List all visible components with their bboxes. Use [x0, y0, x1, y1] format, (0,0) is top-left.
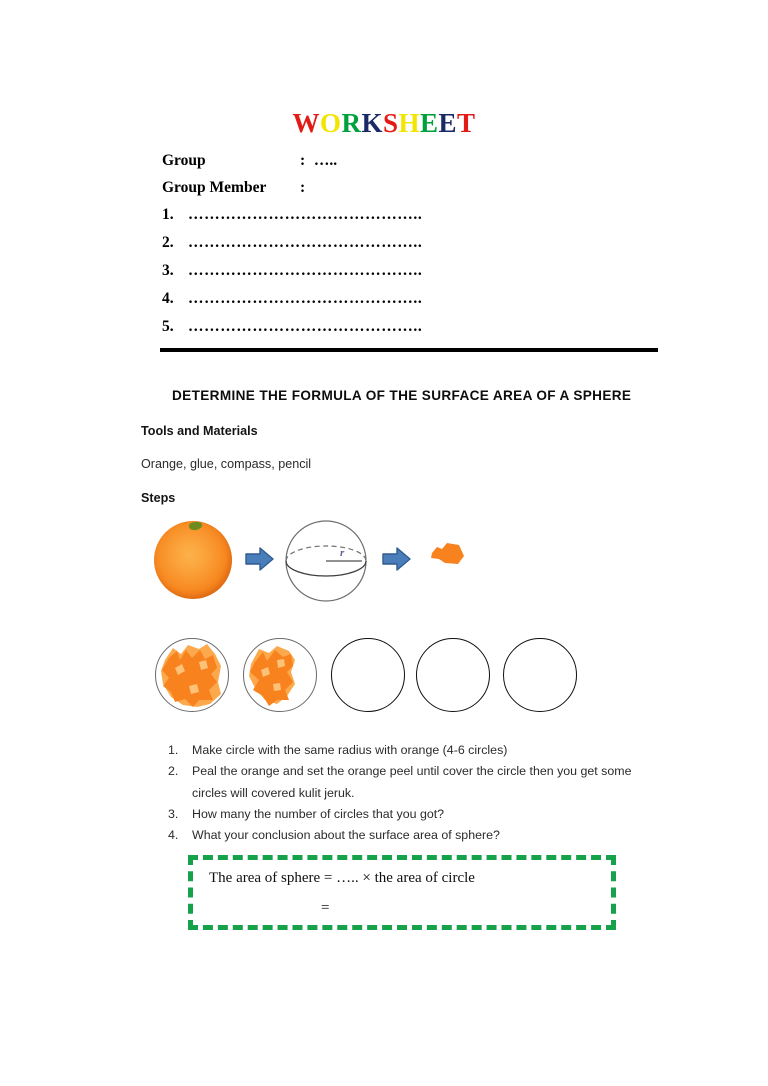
member-line[interactable]: 1. …………………………………….. [162, 206, 682, 234]
process-figure-row: r [150, 516, 490, 608]
title-letter-0: W [292, 108, 320, 138]
member-line[interactable]: 2. …………………………………….. [162, 234, 682, 262]
tools-and-materials-value: Orange, glue, compass, pencil [141, 457, 312, 471]
circle-outline [503, 638, 577, 712]
member-blank[interactable]: …………………………………….. [188, 290, 422, 308]
group-colon: : [300, 152, 306, 169]
list-item: 2. Peal the orange and set the orange pe… [168, 761, 668, 804]
member-number: 1. [162, 206, 174, 223]
list-item: 4. What your conclusion about the surfac… [168, 825, 668, 846]
circle-empty [331, 638, 405, 712]
list-item: 3. How many the number of circles that y… [168, 804, 668, 825]
group-member-label: Group Member [162, 179, 267, 196]
title-letter-5: H [398, 108, 421, 138]
title-letter-4: S [382, 108, 399, 138]
horizontal-divider [160, 348, 658, 352]
title-letter-7: E [438, 108, 458, 138]
orange-stem-icon [188, 521, 203, 531]
member-number: 4. [162, 290, 174, 307]
right-arrow-icon [382, 546, 411, 572]
orange-peel-overlay [243, 638, 317, 712]
member-line[interactable]: 5. …………………………………….. [162, 318, 682, 346]
list-item-number: 4. [168, 828, 179, 843]
orange-peel-overlay [155, 638, 229, 712]
member-blank[interactable]: …………………………………….. [188, 262, 422, 280]
member-line[interactable]: 4. …………………………………….. [162, 290, 682, 318]
circle-empty [503, 638, 577, 712]
member-number: 5. [162, 318, 174, 335]
member-blank[interactable]: …………………………………….. [188, 234, 422, 252]
member-number: 3. [162, 262, 174, 279]
tools-and-materials-label: Tools and Materials [141, 424, 258, 438]
sphere-diagram: r [283, 518, 369, 604]
activity-heading: DETERMINE THE FORMULA OF THE SURFACE ARE… [172, 388, 632, 403]
group-info-block: Group : ….. Group Member : 1. …………………………… [162, 152, 682, 346]
sphere-radius-label: r [340, 547, 345, 559]
page-title: WORKSHEET [0, 108, 768, 139]
group-label: Group [162, 152, 206, 169]
member-blank[interactable]: …………………………………….. [188, 206, 422, 224]
list-item-text: Peal the orange and set the orange peel … [192, 764, 632, 800]
title-letter-6: E [420, 108, 439, 138]
circle-outline [331, 638, 405, 712]
worksheet-page: WORKSHEET Group : ….. Group Member : 1. … [0, 0, 768, 1086]
right-arrow-icon [245, 546, 274, 572]
steps-label: Steps [141, 491, 176, 505]
list-item: 1. Make circle with the same radius with… [168, 740, 668, 761]
list-item-text: Make circle with the same radius with or… [192, 743, 508, 757]
title-letter-1: O [319, 108, 342, 138]
circles-figure-row [155, 638, 580, 718]
circle-outline [416, 638, 490, 712]
orange-fruit-image [154, 521, 232, 599]
list-item-number: 2. [168, 764, 179, 779]
conclusion-answer-box[interactable]: The area of sphere = ….. × the area of c… [188, 855, 616, 930]
conclusion-answer-line[interactable]: = [321, 900, 329, 917]
title-letter-3: K [361, 108, 383, 138]
orange-peel-fragment-image [428, 540, 466, 567]
list-item-number: 1. [168, 743, 179, 757]
circle-empty [416, 638, 490, 712]
group-row: Group : ….. [162, 152, 682, 179]
member-blank[interactable]: …………………………………….. [188, 318, 422, 336]
group-value[interactable]: ….. [310, 152, 337, 170]
group-member-colon: : [300, 179, 306, 196]
conclusion-formula-line: The area of sphere = ….. × the area of c… [209, 870, 475, 886]
member-line[interactable]: 3. …………………………………….. [162, 262, 682, 290]
title-letter-8: T [457, 108, 476, 138]
circle-covered-partial [243, 638, 317, 712]
title-letter-2: R [341, 108, 362, 138]
member-number: 2. [162, 234, 174, 251]
instructions-list: 1. Make circle with the same radius with… [168, 740, 668, 847]
circle-covered-full [155, 638, 229, 712]
list-item-text: How many the number of circles that you … [192, 806, 445, 821]
list-item-number: 3. [168, 806, 179, 821]
list-item-text: What your conclusion about the surface a… [192, 828, 500, 843]
group-member-row: Group Member : [162, 179, 682, 206]
